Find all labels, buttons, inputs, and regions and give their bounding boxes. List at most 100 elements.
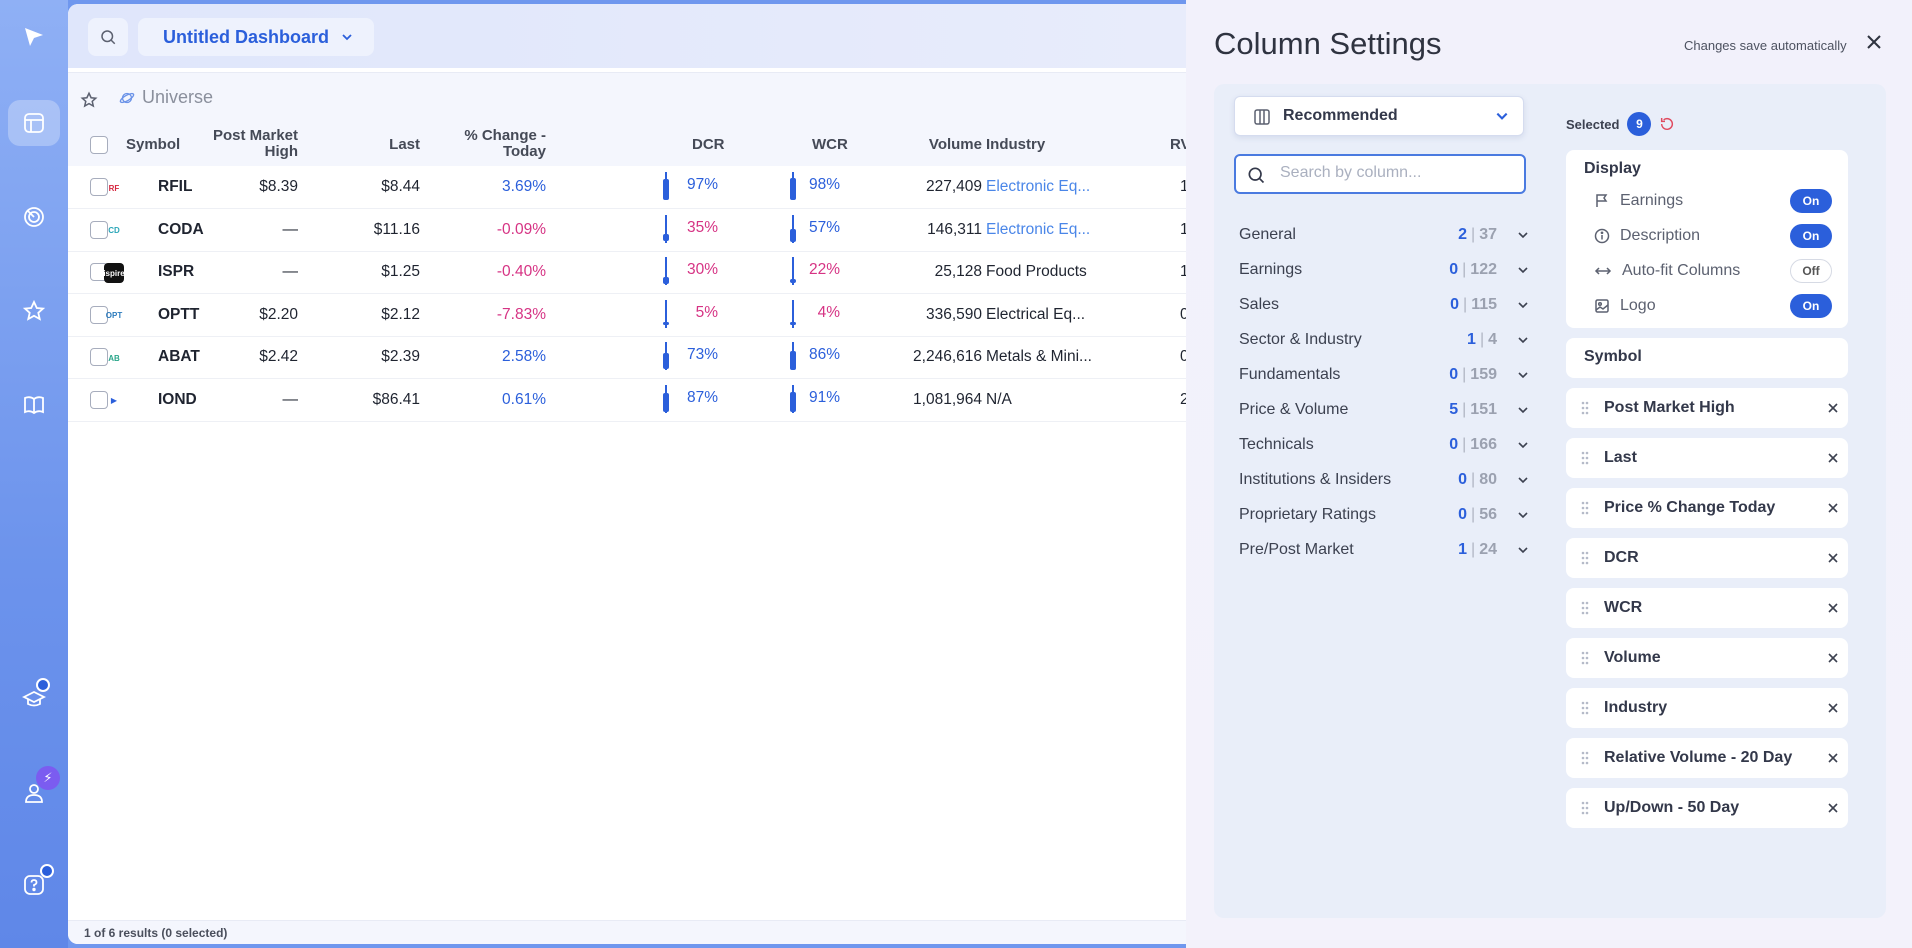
category-row[interactable]: Earnings 0 | 122 [1239,255,1529,285]
category-label: Proprietary Ratings [1239,506,1376,523]
option-label: Auto-fit Columns [1622,262,1741,279]
category-row[interactable]: Proprietary Ratings 0 | 56 [1239,500,1529,530]
selected-column-item[interactable]: Post Market High [1566,388,1848,428]
nav-education-button[interactable] [8,676,60,722]
drag-handle-icon[interactable] [1566,750,1604,766]
category-row[interactable]: Price & Volume 5 | 151 [1239,395,1529,425]
remove-column-icon[interactable] [1818,553,1848,563]
category-row[interactable]: Institutions & Insiders 0 | 80 [1239,465,1529,495]
display-option-description: Description On [1594,223,1844,249]
remove-column-icon[interactable] [1818,803,1848,813]
nav-watchlist-button[interactable] [8,288,60,334]
remove-column-icon[interactable] [1818,503,1848,513]
select-all-checkbox[interactable] [90,136,108,154]
remove-column-icon[interactable] [1818,653,1848,663]
selected-column-item[interactable]: Up/Down - 50 Day [1566,788,1848,828]
description-toggle[interactable]: On [1790,224,1832,248]
drag-handle-icon[interactable] [1566,400,1604,416]
symbol-cell[interactable]: CODA [158,221,204,239]
autofit-toggle[interactable]: Off [1790,259,1832,283]
table-row[interactable]: RF RFIL $8.39 $8.44 3.69% 97% 98% 227,40… [68,166,1188,209]
selected-column-item[interactable]: DCR [1566,538,1848,578]
pct-change-cell: -0.40% [496,263,546,280]
column-search-input[interactable] [1280,164,1510,182]
remove-column-icon[interactable] [1818,703,1848,713]
company-logo: CD [108,226,120,235]
nav-dashboards-button[interactable] [8,100,60,146]
drag-handle-icon[interactable] [1566,450,1604,466]
global-search-button[interactable] [88,18,128,56]
symbol-cell[interactable]: RFIL [158,178,192,196]
autosave-note: Changes save automatically [1684,38,1847,53]
remove-column-icon[interactable] [1818,453,1848,463]
last-cell: $11.16 [373,220,420,238]
col-header-wcr[interactable]: WCR [812,137,848,153]
drag-handle-icon[interactable] [1566,650,1604,666]
symbol-cell[interactable]: OPTT [158,306,199,324]
tab-universe[interactable]: Universe [118,87,213,108]
col-header-dcr[interactable]: DCR [692,137,725,153]
table-row[interactable]: ▶ IOND — $86.41 0.61% 87% 91% 1,081,964 … [68,379,1188,422]
category-count: 2 | 37 [1458,226,1497,243]
search-icon [1248,167,1265,184]
nav-learn-button[interactable] [8,382,60,428]
app-logo[interactable] [8,14,60,60]
selected-label: Selected [1566,116,1620,132]
pct-change-cell: 0.61% [502,390,546,408]
nav-help-button[interactable] [8,862,60,908]
table-row[interactable]: CD CODA — $11.16 -0.09% 35% 57% 146,311 … [68,209,1188,252]
selected-column-item[interactable]: Volume [1566,638,1848,678]
drag-handle-icon[interactable] [1566,800,1604,816]
col-header-industry[interactable]: Industry [986,137,1045,153]
nav-radar-button[interactable] [8,194,60,240]
category-row[interactable]: Sector & Industry 1 | 4 [1239,325,1529,355]
category-row[interactable]: Technicals 0 | 166 [1239,430,1529,460]
category-row[interactable]: Fundamentals 0 | 159 [1239,360,1529,390]
industry-cell[interactable]: Electronic Eq... [986,178,1090,196]
earnings-toggle[interactable]: On [1790,189,1832,213]
col-header-last[interactable]: Last [330,137,420,153]
selected-column-item[interactable]: Last [1566,438,1848,478]
drag-handle-icon[interactable] [1566,550,1604,566]
category-row[interactable]: Sales 0 | 115 [1239,290,1529,320]
col-header-post-market-high[interactable]: Post Market High [210,128,298,160]
column-settings-panel: Column Settings Changes save automatical… [1186,0,1912,948]
drag-handle-icon[interactable] [1566,700,1604,716]
category-row[interactable]: General 2 | 37 [1239,220,1529,250]
table-row[interactable]: ispire ISPR — $1.25 -0.40% 30% 22% 25,12… [68,251,1188,294]
category-row[interactable]: Pre/Post Market 1 | 24 [1239,535,1529,565]
symbol-cell[interactable]: ISPR [158,263,194,281]
selected-column-item[interactable]: Price % Change Today [1566,488,1848,528]
image-icon [1595,299,1609,313]
remove-column-icon[interactable] [1818,403,1848,413]
favorite-star-icon[interactable] [80,91,98,109]
drag-handle-icon[interactable] [1566,500,1604,516]
industry-cell: Metals & Mini... [986,348,1092,365]
logo-toggle[interactable]: On [1790,294,1832,318]
remove-column-icon[interactable] [1818,603,1848,613]
volume-cell: 227,409 [925,178,982,195]
reset-icon[interactable] [1659,116,1675,132]
remove-column-icon[interactable] [1818,753,1848,763]
selected-column-item[interactable]: WCR [1566,588,1848,628]
category-label: Technicals [1239,436,1314,453]
symbol-cell[interactable]: ABAT [158,348,200,366]
col-header-pct-change[interactable]: % Change - Today [460,128,546,160]
nav-account-button[interactable]: ⚡ [8,766,60,816]
col-header-volume[interactable]: Volume [908,137,982,153]
panel-title: Column Settings [1214,26,1442,61]
close-icon[interactable] [1866,34,1882,50]
table-row[interactable]: OPT OPTT $2.20 $2.12 -7.83% 5% 4% 336,59… [68,294,1188,337]
column-search[interactable] [1234,154,1526,194]
industry-cell[interactable]: Electronic Eq... [986,221,1090,239]
drag-handle-icon[interactable] [1566,600,1604,616]
selected-column-item[interactable]: Relative Volume - 20 Day [1566,738,1848,778]
column-label: Volume [1604,649,1661,666]
col-header-symbol[interactable]: Symbol [126,137,180,153]
preset-select[interactable]: Recommended [1234,96,1524,136]
symbol-cell[interactable]: IOND [158,391,197,409]
star-icon [22,299,46,321]
dashboard-selector[interactable]: Untitled Dashboard [138,18,374,56]
selected-column-item[interactable]: Industry [1566,688,1848,728]
table-row[interactable]: AB ABAT $2.42 $2.39 2.58% 73% 86% 2,246,… [68,336,1188,379]
